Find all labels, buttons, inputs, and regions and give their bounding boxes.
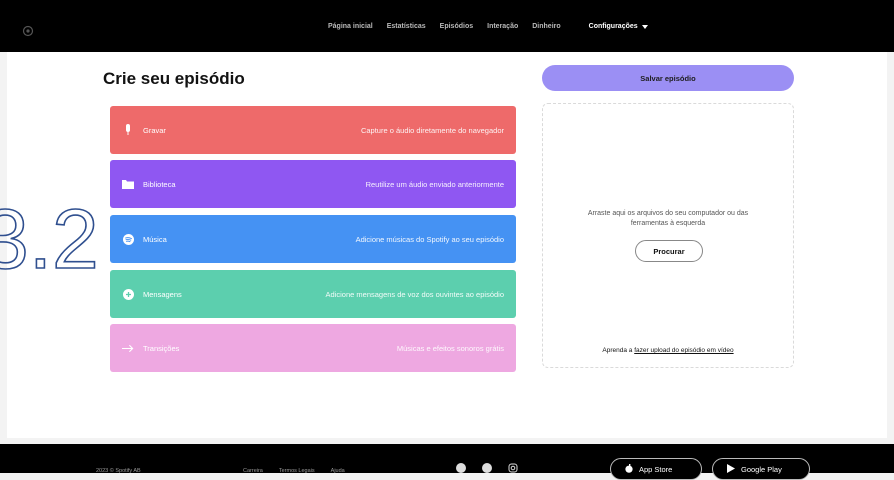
arrow-right-icon bbox=[122, 342, 134, 354]
music-card-label: Música bbox=[143, 234, 167, 244]
social-links bbox=[456, 463, 518, 473]
video-upload-link[interactable]: fazer upload do episódio em vídeo bbox=[634, 347, 733, 354]
folder-icon bbox=[122, 178, 134, 190]
nav-link-episodes[interactable]: Episódios bbox=[440, 23, 473, 30]
nav-links: Página inicial Estatísticas Episódios In… bbox=[328, 23, 648, 30]
footer-links: Carreira Termos Legais Ajuda bbox=[243, 468, 345, 474]
app-store-label: App Store bbox=[639, 464, 673, 474]
page-title: Crie seu episódio bbox=[103, 69, 245, 88]
transitions-card-description: Músicas e efeitos sonoros grátis bbox=[396, 343, 504, 353]
footer: 2023 © Spotify AB Carreira Termos Legais… bbox=[0, 444, 894, 480]
browse-button[interactable]: Procurar bbox=[635, 240, 703, 262]
step-number-overlay: 3.2 bbox=[0, 196, 100, 287]
footer-link-legal[interactable]: Termos Legais bbox=[279, 468, 315, 474]
nav-link-home[interactable]: Página inicial bbox=[328, 23, 373, 30]
library-card-description: Reutilize um áudio enviado anteriormente bbox=[365, 179, 504, 189]
spotify-icon bbox=[122, 233, 134, 245]
google-play-label: Google Play bbox=[741, 464, 782, 474]
file-dropzone[interactable]: Arraste aqui os arquivos do seu computad… bbox=[542, 103, 794, 368]
record-card-label: Gravar bbox=[143, 125, 166, 135]
instagram-icon[interactable] bbox=[508, 463, 518, 473]
facebook-icon[interactable] bbox=[456, 463, 466, 473]
plus-bubble-icon bbox=[122, 288, 134, 300]
settings-menu[interactable]: Configurações bbox=[589, 23, 648, 30]
dropzone-instructions: Arraste aqui os arquivos do seu computad… bbox=[587, 210, 749, 227]
music-card-description: Adicione músicas do Spotify ao seu episó… bbox=[355, 234, 504, 244]
footer-link-help[interactable]: Ajuda bbox=[331, 468, 345, 474]
copyright-text: 2023 © Spotify AB bbox=[96, 468, 141, 474]
chevron-down-icon bbox=[641, 24, 648, 29]
record-card[interactable]: Gravar Capture o áudio diretamente do na… bbox=[110, 106, 516, 154]
library-card[interactable]: Biblioteca Reutilize um áudio enviado an… bbox=[110, 160, 516, 208]
footer-link-careers[interactable]: Carreira bbox=[243, 468, 263, 474]
top-navigation: Página inicial Estatísticas Episódios In… bbox=[0, 0, 894, 52]
step-number-text: 3.2 bbox=[0, 196, 99, 286]
nav-link-stats[interactable]: Estatísticas bbox=[387, 23, 426, 30]
transitions-card-label: Transições bbox=[143, 343, 180, 353]
twitter-icon[interactable] bbox=[482, 463, 492, 473]
messages-card-label: Mensagens bbox=[143, 289, 182, 299]
help-prefix: Aprenda a bbox=[602, 347, 635, 354]
library-card-label: Biblioteca bbox=[143, 179, 176, 189]
microphone-icon bbox=[122, 124, 134, 136]
anchor-logo-icon[interactable] bbox=[22, 25, 34, 37]
save-episode-button[interactable]: Salvar episódio bbox=[542, 65, 794, 91]
record-card-description: Capture o áudio diretamente do navegador bbox=[360, 125, 504, 135]
google-play-button[interactable]: Google Play bbox=[712, 458, 810, 480]
music-card[interactable]: Música Adicione músicas do Spotify ao se… bbox=[110, 215, 516, 263]
messages-card[interactable]: Mensagens Adicione mensagens de voz dos … bbox=[110, 270, 516, 318]
transitions-card[interactable]: Transições Músicas e efeitos sonoros grá… bbox=[110, 324, 516, 372]
dropzone-help: Aprenda a fazer upload do episódio em ví… bbox=[543, 347, 793, 354]
messages-card-description: Adicione mensagens de voz dos ouvintes a… bbox=[325, 289, 504, 299]
nav-link-interaction[interactable]: Interação bbox=[487, 23, 518, 30]
app-store-button[interactable]: App Store bbox=[610, 458, 702, 480]
nav-link-money[interactable]: Dinheiro bbox=[532, 23, 560, 30]
settings-label: Configurações bbox=[588, 23, 638, 30]
